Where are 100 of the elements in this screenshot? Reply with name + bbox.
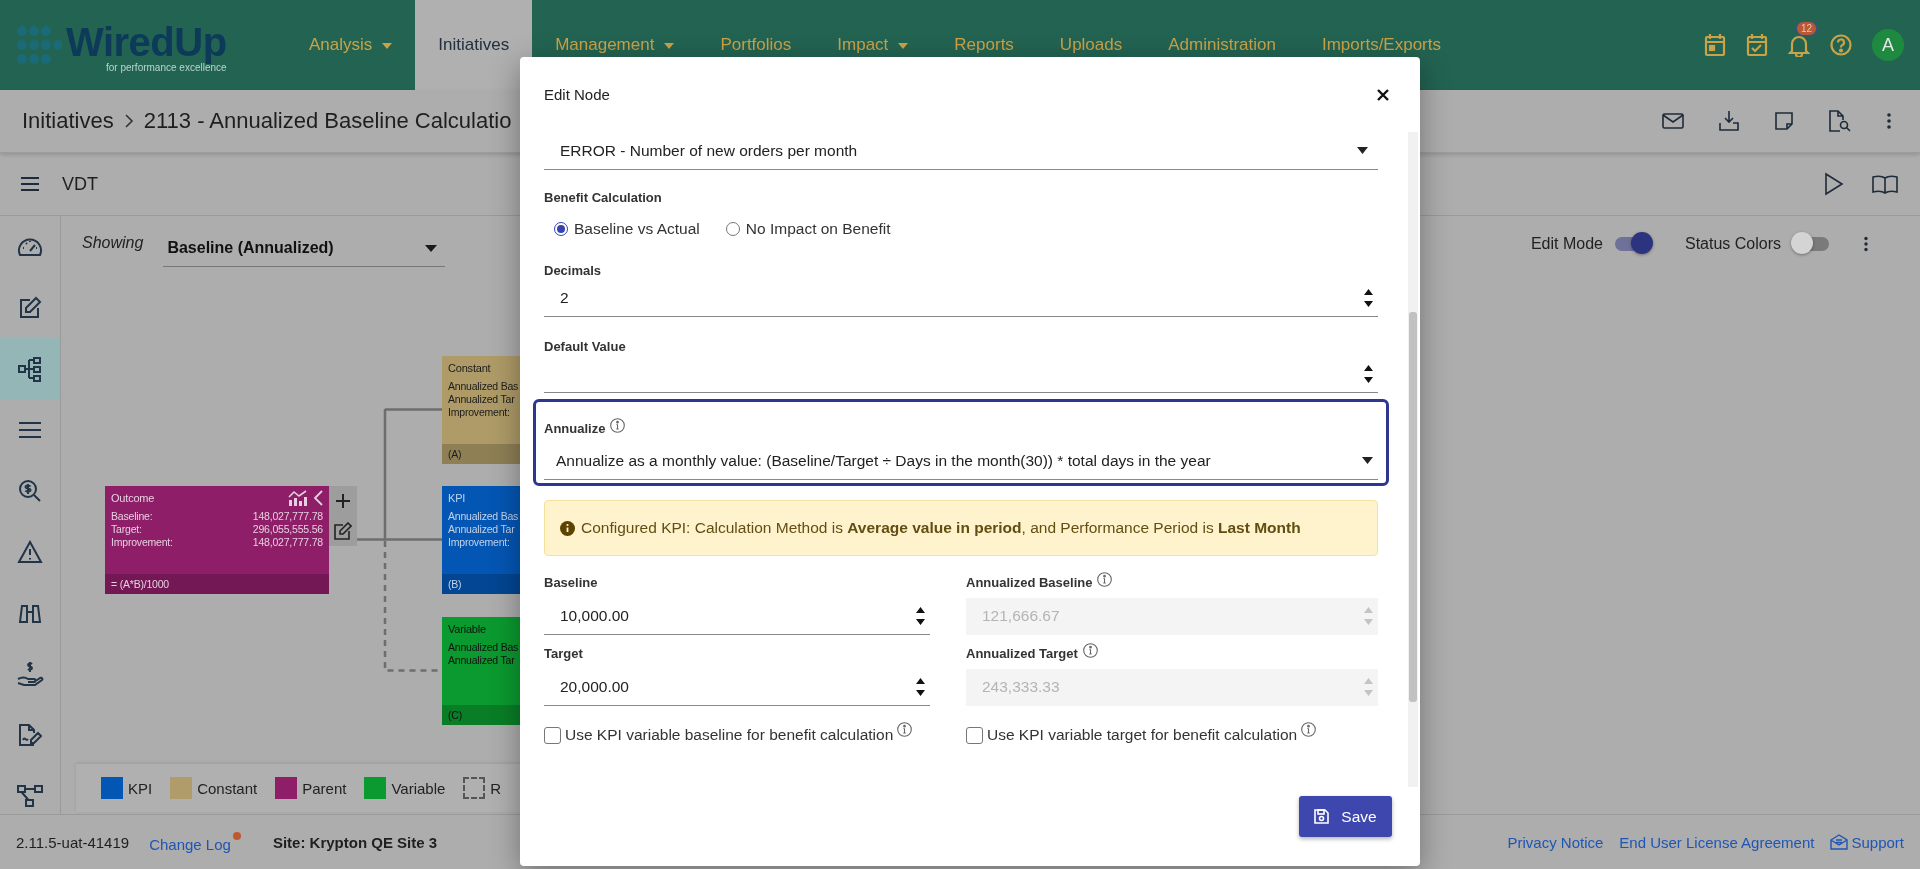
close-icon[interactable]: [1376, 87, 1390, 102]
caret-icon: [1362, 457, 1373, 464]
plus-icon[interactable]: [335, 492, 351, 509]
info-icon: [560, 520, 575, 536]
list-icon: [18, 420, 42, 439]
network-icon: [17, 783, 43, 808]
node-value: 148,027,777.78: [252, 536, 323, 549]
toolbar-title: VDT: [62, 173, 98, 195]
info-icon[interactable]: [1301, 722, 1317, 737]
radio-option[interactable]: No Impact on Benefit: [725, 220, 891, 238]
node-footer: = (A*B)/1000: [105, 574, 329, 594]
field-label: Annualized Baseline: [966, 575, 1093, 590]
node-label: Annualized Bas: [448, 380, 519, 393]
legend-swatch: [463, 777, 486, 799]
diagram-node[interactable]: Outcome Baseline: 148,027,777.78 Target: 296,055,555.56 Improvement: 148,027,777.78 = (A*B)/1000: [105, 486, 329, 594]
diagram-node[interactable]: KPI Annualized Bas Annualized Tar Improvement: (B): [442, 486, 521, 594]
field-label: Annualized Target: [966, 646, 1078, 661]
alert-text: Configured KPI: Calculation Method is Average value in period, and Performance Period is Last Month: [581, 519, 1301, 537]
chart-icon[interactable]: [288, 490, 308, 506]
menu-icon[interactable]: [20, 176, 40, 192]
checkbox-label[interactable]: Use KPI variable target for benefit calculation: [987, 726, 1298, 744]
chevron-left-icon[interactable]: [314, 490, 323, 506]
legend-label: KPI: [128, 779, 153, 797]
version-text: 2.11.5-uat-41419: [16, 833, 130, 851]
calendar-icon[interactable]: [1704, 33, 1726, 57]
calendar-check-icon[interactable]: [1746, 33, 1768, 57]
page-title: 2113 - Annualized Baseline Calculatio: [143, 108, 512, 134]
node-label: Baseline:: [111, 510, 153, 523]
checkbox[interactable]: [966, 726, 983, 744]
kpi-select[interactable]: ERROR - Number of new orders per month: [544, 132, 1378, 170]
node-footer: (A): [442, 444, 521, 464]
caret-icon: [664, 42, 675, 49]
nav-tab[interactable]: Initiatives: [415, 0, 533, 90]
node-footer: (B): [442, 574, 521, 594]
more-icon[interactable]: [1886, 112, 1892, 130]
legend-label: R: [490, 779, 502, 797]
document-search-icon[interactable]: [1828, 110, 1852, 132]
node-label: Improvement:: [448, 406, 510, 419]
field-label: Annualize: [544, 421, 606, 436]
diagram-node[interactable]: Variable Annualized Bas Annualized Tar (C): [442, 617, 521, 725]
annualize-select[interactable]: Annualize as a monthly value: (Baseline/Target ÷ Days in the month(30)) * total days in the year: [544, 442, 1378, 480]
mail-icon[interactable]: [1662, 113, 1684, 129]
field-label: Decimals: [544, 263, 603, 278]
spin-arrows-icon[interactable]: [1364, 288, 1373, 308]
number-field[interactable]: 10,000.00: [544, 598, 930, 635]
node-value: 148,027,777.78: [252, 510, 323, 523]
status-colors-label: Status Colors: [1684, 234, 1781, 253]
hierarchy-icon: [18, 355, 42, 382]
node-label: Improvement:: [111, 536, 173, 549]
node-label: Annualized Bas: [448, 641, 519, 654]
scrollbar[interactable]: [1408, 132, 1418, 787]
footer-link[interactable]: Privacy Notice: [1507, 833, 1604, 851]
spin-arrows-icon[interactable]: [916, 677, 925, 697]
book-icon[interactable]: [1872, 174, 1898, 194]
edit-icon: [18, 295, 42, 320]
legend-label: Constant: [197, 779, 258, 797]
logo-dots-icon: [16, 23, 62, 67]
sidebar-item[interactable]: [0, 338, 60, 399]
site-name: Site: Krypton QE Site 3: [272, 833, 438, 851]
info-icon[interactable]: [610, 418, 626, 433]
hand-money-icon: [16, 660, 44, 687]
help-icon[interactable]: [1830, 34, 1852, 56]
chevron-right-icon: [123, 113, 134, 129]
legend-label: Variable: [391, 779, 446, 797]
play-icon[interactable]: [1824, 172, 1844, 196]
radio-option[interactable]: Baseline vs Actual: [554, 220, 700, 238]
edit-icon[interactable]: [334, 521, 352, 540]
node-title: Outcome: [111, 492, 156, 504]
download-icon[interactable]: [1718, 110, 1740, 132]
breadcrumb-link[interactable]: Initiatives: [22, 108, 114, 134]
warning-icon: [17, 539, 43, 564]
gauge-icon: [17, 235, 43, 258]
caret-icon: [1357, 147, 1368, 154]
more-icon[interactable]: [1863, 235, 1869, 252]
node-title: KPI: [448, 492, 467, 504]
info-icon[interactable]: [897, 722, 913, 737]
bell-icon[interactable]: [1788, 33, 1810, 57]
legend-label: Parent: [302, 779, 347, 797]
checkbox-label[interactable]: Use KPI variable baseline for benefit calculation: [565, 726, 894, 744]
note-icon[interactable]: [1774, 111, 1794, 131]
number-field[interactable]: 2: [544, 280, 1378, 317]
node-label: Annualized Tar: [448, 393, 515, 406]
view-select[interactable]: Baseline (Annualized): [163, 230, 446, 267]
node-footer: (C): [442, 705, 521, 725]
number-field[interactable]: 20,000.00: [544, 669, 930, 706]
node-label: Target:: [111, 523, 142, 536]
logo-tagline: for performance excellence: [105, 61, 227, 73]
checkbox[interactable]: [544, 726, 561, 744]
node-value: 296,055,555.56: [252, 523, 323, 536]
diagram-node[interactable]: Constant Annualized Bas Annualized Tar Improvement: (A): [442, 356, 521, 464]
spin-arrows-icon[interactable]: [916, 606, 925, 626]
node-label: Annualized Tar: [448, 523, 515, 536]
notification-badge: 12: [1796, 21, 1818, 36]
field-label: Target: [544, 646, 583, 661]
node-label: Annualized Tar: [448, 654, 515, 667]
edit-mode-label: Edit Mode: [1530, 234, 1603, 253]
save-button[interactable]: Save: [1299, 796, 1392, 837]
spin-arrows-icon[interactable]: [1364, 364, 1373, 384]
caret-icon: [425, 244, 438, 252]
user-avatar[interactable]: A: [1872, 29, 1904, 61]
